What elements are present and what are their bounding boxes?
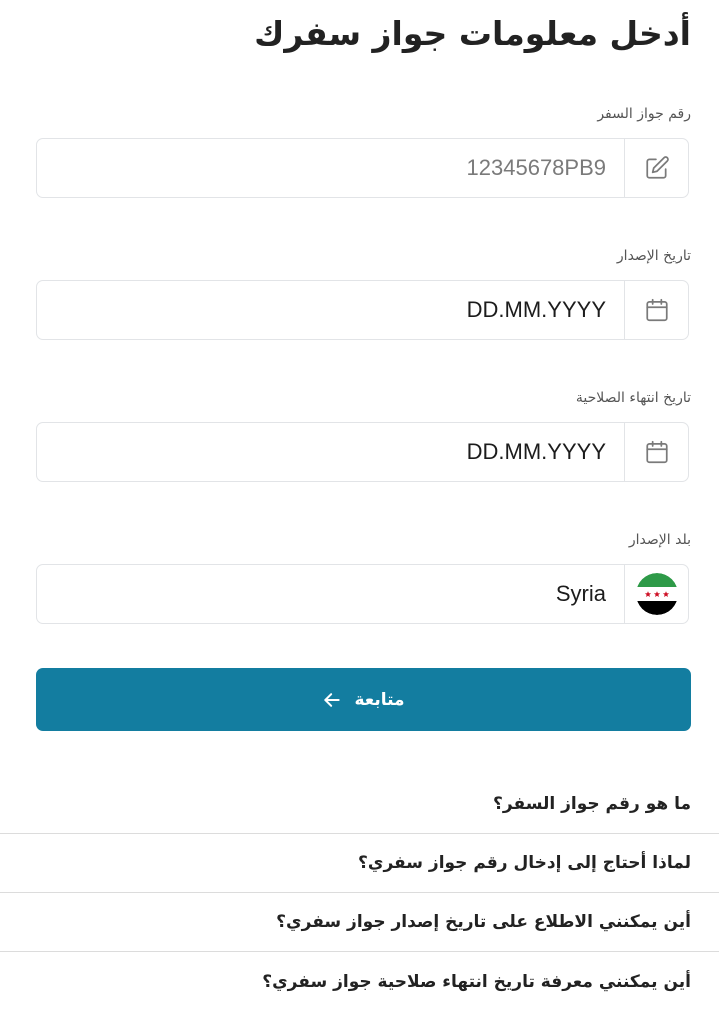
passport-number-label: رقم جواز السفر [597, 106, 691, 122]
faq-item[interactable]: لماذا أحتاج إلى إدخال رقم جواز سفري؟ [0, 834, 719, 893]
issue-date-label: تاريخ الإصدار [616, 248, 691, 264]
arrow-left-icon [322, 690, 342, 710]
edit-icon [645, 156, 669, 179]
faq-item[interactable]: أين يمكنني الاطلاع على تاريخ إصدار جواز … [0, 893, 719, 952]
passport-number-input[interactable] [66, 139, 606, 197]
issuing-country-select[interactable]: Syria [36, 564, 689, 624]
issuing-country-value: Syria [555, 581, 606, 606]
continue-button-label: متابعة [354, 689, 405, 710]
issue-date-icon-cell [624, 281, 688, 339]
passport-number-icon-cell [624, 139, 688, 197]
issue-date-value: DD.MM.YYYY [466, 297, 606, 322]
faq-list: ما هو رقم جواز السفر؟ لماذا أحتاج إلى إد… [0, 775, 719, 1011]
syria-flag-icon [635, 573, 678, 615]
calendar-icon [645, 298, 668, 322]
issuing-country-icon-cell [624, 565, 688, 623]
faq-item[interactable]: أين يمكنني معرفة تاريخ انتهاء صلاحية جوا… [0, 952, 719, 1011]
expiry-date-icon-cell [624, 423, 688, 481]
issuing-country-label: بلد الإصدار [628, 532, 691, 548]
issue-date-field[interactable]: DD.MM.YYYY [36, 280, 689, 340]
calendar-icon [645, 440, 668, 464]
expiry-date-label: تاريخ انتهاء الصلاحية [575, 390, 691, 406]
passport-number-field[interactable] [36, 138, 689, 198]
expiry-date-field[interactable]: DD.MM.YYYY [36, 422, 689, 482]
passport-info-page: أدخل معلومات جواز سفرك رقم جواز السفر تا… [0, 0, 719, 1024]
page-title: أدخل معلومات جواز سفرك [254, 14, 691, 53]
expiry-date-value: DD.MM.YYYY [466, 439, 606, 464]
continue-button[interactable]: متابعة [36, 668, 691, 731]
faq-item[interactable]: ما هو رقم جواز السفر؟ [0, 775, 719, 834]
